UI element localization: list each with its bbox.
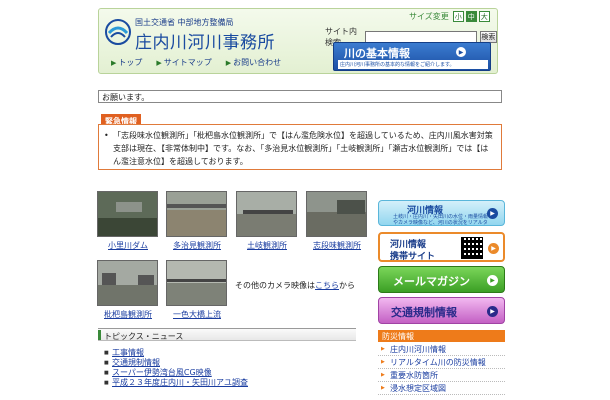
site-header: 国土交通省 中部地方整備局 庄内川河川事務所 ▶ トップ ▶ サイトマップ ▶ … bbox=[98, 8, 498, 74]
nav-item-label: トップ bbox=[118, 58, 143, 67]
font-size-small-button[interactable]: 小 bbox=[452, 11, 464, 22]
river-banner-title: 川の基本情報 bbox=[344, 47, 410, 60]
river-info-subtitle: 土岐川・庄内川・矢田川の水位・雨量情報やカメラ映像など、河川の状況をリアルタイム… bbox=[393, 214, 489, 226]
camera-thumbnail-oridam[interactable] bbox=[97, 191, 158, 237]
disaster-item[interactable]: リアルタイム川の防災情報 bbox=[378, 356, 505, 369]
topics-list: 工事情報 交通規制情報 スーパー伊勢湾台風CG映像 平成２３年度庄内川・矢田川ア… bbox=[104, 348, 248, 388]
mail-magazine-title: メールマガジン bbox=[393, 275, 470, 288]
mail-magazine-button[interactable]: メールマガジン ▶ bbox=[378, 266, 505, 293]
camera-label[interactable]: 一色大橋上流 bbox=[162, 309, 232, 320]
other-cameras-note: その他のカメラ映像はこちらから bbox=[235, 280, 355, 291]
play-arrow-icon: ▶ bbox=[487, 306, 498, 317]
other-cameras-link[interactable]: こちら bbox=[315, 281, 339, 290]
camera-image bbox=[307, 192, 366, 236]
traffic-info-title: 交通規制情報 bbox=[391, 306, 457, 319]
camera-label[interactable]: 志段味観測所 bbox=[302, 240, 372, 251]
camera-label[interactable]: 小里川ダム bbox=[93, 240, 163, 251]
nav-item-label: サイトマップ bbox=[163, 58, 212, 67]
alert-text: 「志段味水位観測所」「枇杷島水位観測所」で【はん濫危険水位】を超過しているため、… bbox=[104, 129, 495, 168]
disaster-info-heading: 防災情報 bbox=[378, 330, 505, 342]
emergency-alert-box: 「志段味水位観測所」「枇杷島水位観測所」で【はん濫危険水位】を超過しているため、… bbox=[98, 124, 502, 170]
nav-item-top[interactable]: ▶ トップ bbox=[111, 57, 142, 68]
camera-thumbnail-isshiki[interactable] bbox=[166, 260, 227, 306]
play-arrow-icon: ▶ bbox=[456, 47, 466, 57]
play-arrow-icon: ▶ bbox=[487, 275, 498, 286]
camera-label[interactable]: 枇杷島観測所 bbox=[93, 309, 163, 320]
camera-thumbnail-toki[interactable] bbox=[236, 191, 297, 237]
nav-item-label: お問い合わせ bbox=[233, 58, 282, 67]
font-size-label: サイズ変更 bbox=[409, 12, 449, 21]
site-logo[interactable]: 国土交通省 中部地方整備局 庄内川河川事務所 bbox=[105, 15, 315, 55]
arrow-right-icon: ▶ bbox=[156, 58, 162, 67]
camera-label[interactable]: 多治見観測所 bbox=[162, 240, 232, 251]
camera-label[interactable]: 土岐観測所 bbox=[232, 240, 302, 251]
camera-thumbnail-biwajima[interactable] bbox=[97, 260, 158, 306]
play-arrow-icon: ▶ bbox=[488, 243, 499, 254]
camera-note-suffix: から bbox=[339, 281, 355, 290]
qr-code-icon bbox=[461, 237, 483, 259]
disaster-info-list: 庄内川河川情報 リアルタイム川の防災情報 重要水防箇所 浸水想定区域図 bbox=[378, 343, 505, 395]
topic-item[interactable]: 平成２３年度庄内川・矢田川アユ調査 bbox=[104, 378, 248, 388]
font-size-medium-button[interactable]: 中 bbox=[465, 11, 477, 22]
mlit-logo-icon bbox=[105, 19, 131, 45]
nav-item-sitemap[interactable]: ▶ サイトマップ bbox=[156, 57, 211, 68]
agency-name: 国土交通省 中部地方整備局 bbox=[135, 18, 234, 27]
camera-image bbox=[98, 192, 157, 236]
topic-item[interactable]: スーパー伊勢湾台風CG映像 bbox=[104, 368, 248, 378]
mobile-site-button[interactable]: 河川情報 携帯サイト ▶ bbox=[378, 232, 505, 262]
river-banner-subtitle: 庄内川河川事務所の基本的な情報をご紹介します。 bbox=[338, 60, 488, 69]
arrow-right-icon: ▶ bbox=[111, 58, 117, 67]
traffic-info-button[interactable]: 交通規制情報 ▶ bbox=[378, 297, 505, 324]
camera-image bbox=[98, 261, 157, 305]
camera-thumbnail-shidami[interactable] bbox=[306, 191, 367, 237]
river-info-button[interactable]: 河川情報 土岐川・庄内川・矢田川の水位・雨量情報やカメラ映像など、河川の状況をリ… bbox=[378, 200, 505, 226]
header-nav: ▶ トップ ▶ サイトマップ ▶ お問い合わせ bbox=[111, 57, 281, 68]
arrow-right-icon: ▶ bbox=[225, 58, 232, 67]
camera-note-prefix: その他のカメラ映像は bbox=[235, 281, 315, 290]
camera-thumbnail-tajimi[interactable] bbox=[166, 191, 227, 237]
font-size-large-button[interactable]: 大 bbox=[478, 11, 490, 22]
camera-image bbox=[237, 192, 296, 236]
disaster-item[interactable]: 浸水想定区域図 bbox=[378, 382, 505, 395]
topic-item[interactable]: 工事情報 bbox=[104, 348, 248, 358]
topics-heading: トピックス・ニュース bbox=[98, 328, 356, 341]
topic-item[interactable]: 交通規制情報 bbox=[104, 358, 248, 368]
disaster-item[interactable]: 庄内川河川情報 bbox=[378, 343, 505, 356]
river-basic-info-banner[interactable]: 川の基本情報 ▶ 庄内川河川事務所の基本的な情報をご紹介します。 bbox=[333, 42, 491, 71]
camera-image bbox=[167, 261, 226, 305]
nav-item-contact[interactable]: ▶ お問い合わせ bbox=[226, 57, 281, 68]
disaster-item[interactable]: 重要水防箇所 bbox=[378, 369, 505, 382]
news-ticker: お願います。 bbox=[98, 90, 502, 103]
font-size-switcher: サイズ変更 小 中 大 bbox=[409, 11, 490, 22]
play-arrow-icon: ▶ bbox=[487, 208, 498, 219]
mobile-line2: 携帯サイト bbox=[390, 252, 436, 262]
camera-image bbox=[167, 192, 226, 236]
office-title: 庄内川河川事務所 bbox=[135, 33, 275, 53]
